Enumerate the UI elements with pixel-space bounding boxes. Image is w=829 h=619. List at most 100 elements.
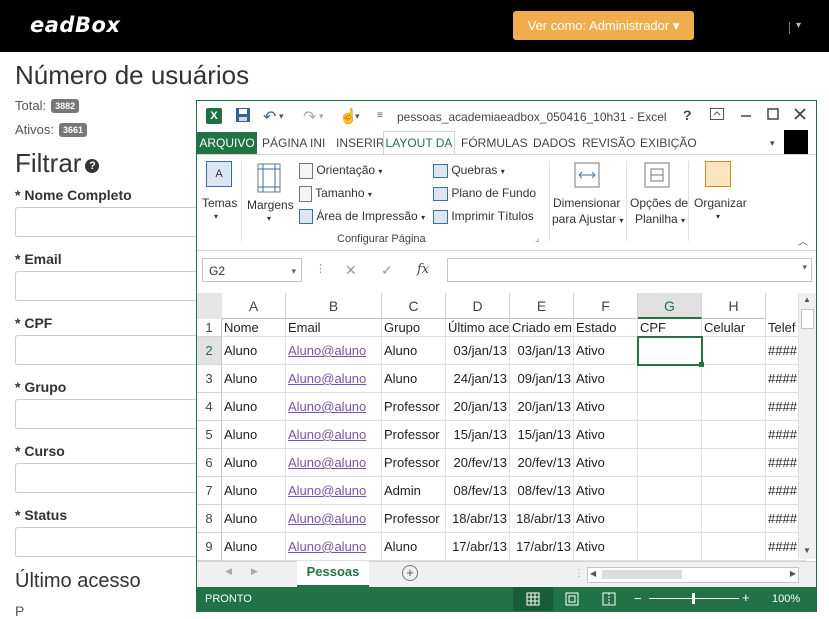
cell-col-c-row-7[interactable]: Admin xyxy=(382,477,446,505)
cell-col-b-row-6[interactable]: Aluno@aluno xyxy=(286,449,382,477)
tab-revisao[interactable]: REVISÃO xyxy=(582,132,635,154)
scale-to-fit-label-1[interactable]: Dimensionar xyxy=(553,196,620,210)
undo-dropdown-icon[interactable]: ▾ xyxy=(279,111,284,129)
cell-col-f-row-6[interactable]: Ativo xyxy=(574,449,638,477)
column-header-g[interactable]: G xyxy=(638,293,702,319)
header-cell-col-a[interactable]: Nome xyxy=(222,319,286,337)
print-area-button[interactable]: Área de Impressão ▾ xyxy=(299,209,425,225)
cell-col-h-row-4[interactable] xyxy=(702,393,766,421)
themes-dropdown-icon[interactable]: ▾ xyxy=(214,212,218,221)
cell-col-e-row-3[interactable]: 09/jan/13 xyxy=(510,365,574,393)
redo-dropdown-icon[interactable]: ▾ xyxy=(319,111,324,129)
undo-icon[interactable]: ↶ xyxy=(263,107,276,126)
select-all-corner[interactable] xyxy=(197,293,223,320)
ribbon-tabs-more-icon[interactable]: ▾ xyxy=(770,132,775,154)
scale-to-fit-icon[interactable] xyxy=(573,161,601,192)
cell-col-g-row-8[interactable] xyxy=(638,505,702,533)
spreadsheet-grid[interactable]: A B C D E F G H 1 2 3 4 5 6 7 8 9 Nome Email Grupo Último ac… xyxy=(197,293,816,561)
page-setup-dialog-launcher-icon[interactable]: ⌟ xyxy=(535,233,539,244)
cell-col-c-row-8[interactable]: Professor xyxy=(382,505,446,533)
cell-col-f-row-9[interactable]: Ativo xyxy=(574,533,638,561)
sheet-scroll-right-icon[interactable]: ▶ xyxy=(251,566,258,577)
margins-icon[interactable] xyxy=(257,163,281,196)
orientation-button[interactable]: Orientação ▾ xyxy=(299,163,382,179)
tab-formulas[interactable]: FÓRMULAS xyxy=(461,132,528,154)
sheet-options-label-1[interactable]: Opções de xyxy=(630,196,688,210)
cell-col-b-row-8[interactable]: Aluno@aluno xyxy=(286,505,382,533)
cell-col-f-row-5[interactable]: Ativo xyxy=(574,421,638,449)
help-icon[interactable]: ? xyxy=(85,159,100,173)
header-cell-col-e[interactable]: Criado em xyxy=(510,319,574,337)
cell-col-b-row-2[interactable]: Aluno@aluno xyxy=(286,337,382,365)
cell-col-h-row-8[interactable] xyxy=(702,505,766,533)
zoom-out-icon[interactable]: − xyxy=(634,591,642,606)
scroll-down-icon[interactable]: ▼ xyxy=(803,546,811,555)
customize-toolbar-icon[interactable]: ≡ xyxy=(377,110,383,128)
insert-function-icon[interactable]: fx xyxy=(417,262,429,277)
tab-pagina-inicial[interactable]: PÁGINA INI xyxy=(262,132,325,154)
cell-col-d-row-7[interactable]: 08/fev/13 xyxy=(446,477,510,505)
breaks-button[interactable]: Quebras ▾ xyxy=(433,163,505,178)
header-cell-col-b[interactable]: Email xyxy=(286,319,382,337)
zoom-in-icon[interactable]: + xyxy=(742,590,750,605)
cell-col-e-row-9[interactable]: 17/abr/13 xyxy=(510,533,574,561)
sheet-options-label-2[interactable]: Planilha ▾ xyxy=(635,212,685,226)
cell-col-g-row-9[interactable] xyxy=(638,533,702,561)
sheet-options-icon[interactable] xyxy=(643,161,671,192)
vertical-scroll-thumb[interactable] xyxy=(801,309,814,329)
course-field[interactable] xyxy=(15,463,217,493)
name-box[interactable]: G2 ▾ xyxy=(202,258,302,282)
page-break-preview-icon[interactable] xyxy=(602,592,616,606)
cell-col-d-row-3[interactable]: 24/jan/13 xyxy=(446,365,510,393)
cell-col-d-row-8[interactable]: 18/abr/13 xyxy=(446,505,510,533)
tab-exibicao[interactable]: EXIBIÇÃO xyxy=(640,132,697,154)
cell-col-a-row-8[interactable]: Aluno xyxy=(222,505,286,533)
redo-icon[interactable]: ↷ xyxy=(303,107,316,126)
sheet-scroll-left-icon[interactable]: ◀ xyxy=(225,566,232,577)
cell-col-f-row-3[interactable]: Ativo xyxy=(574,365,638,393)
name-box-dropdown-icon[interactable]: ▾ xyxy=(291,259,296,283)
horizontal-scroll-thumb[interactable] xyxy=(602,570,682,579)
cell-col-b-row-4[interactable]: Aluno@aluno xyxy=(286,393,382,421)
formula-input[interactable]: ▾ xyxy=(447,258,812,282)
row-header-4[interactable]: 4 xyxy=(197,393,222,421)
row-header-2[interactable]: 2 xyxy=(197,337,222,365)
cell-col-f-row-8[interactable]: Ativo xyxy=(574,505,638,533)
column-header-a[interactable]: A xyxy=(222,293,286,319)
normal-view-button[interactable] xyxy=(513,587,553,611)
expand-formula-bar-icon[interactable]: ▾ xyxy=(802,262,807,273)
fill-handle[interactable] xyxy=(699,362,704,367)
cell-col-h-row-3[interactable] xyxy=(702,365,766,393)
cell-col-a-row-2[interactable]: Aluno xyxy=(222,337,286,365)
cell-col-g-row-5[interactable] xyxy=(638,421,702,449)
column-header-b[interactable]: B xyxy=(286,293,382,319)
cell-col-h-row-6[interactable] xyxy=(702,449,766,477)
cell-col-a-row-3[interactable]: Aluno xyxy=(222,365,286,393)
cell-col-b-row-5[interactable]: Aluno@aluno xyxy=(286,421,382,449)
new-sheet-icon[interactable]: + xyxy=(402,565,418,581)
arrange-dropdown-icon[interactable]: ▾ xyxy=(716,212,720,221)
help-button[interactable]: ? xyxy=(683,107,692,123)
header-cell-col-h[interactable]: Celular xyxy=(702,319,766,337)
cell-col-a-row-4[interactable]: Aluno xyxy=(222,393,286,421)
cell-col-e-row-5[interactable]: 15/jan/13 xyxy=(510,421,574,449)
cell-col-d-row-2[interactable]: 03/jan/13 xyxy=(446,337,510,365)
maximize-icon[interactable] xyxy=(767,107,779,123)
header-cell-col-g[interactable]: CPF xyxy=(638,319,702,337)
cell-col-c-row-9[interactable]: Aluno xyxy=(382,533,446,561)
hscroll-right-icon[interactable]: ▶ xyxy=(790,569,796,578)
email-field[interactable] xyxy=(15,271,217,301)
cell-col-c-row-5[interactable]: Professor xyxy=(382,421,446,449)
cell-col-g-row-7[interactable] xyxy=(638,477,702,505)
cell-col-c-row-2[interactable]: Aluno xyxy=(382,337,446,365)
arrange-icon[interactable] xyxy=(705,161,731,187)
row-header-8[interactable]: 8 xyxy=(197,505,222,533)
hscroll-left-icon[interactable]: ◀ xyxy=(590,569,596,578)
cell-col-h-row-2[interactable] xyxy=(702,337,766,365)
column-header-f[interactable]: F xyxy=(574,293,638,319)
cell-col-a-row-7[interactable]: Aluno xyxy=(222,477,286,505)
site-logo[interactable]: eadBox xyxy=(30,13,120,37)
margins-dropdown-icon[interactable]: ▾ xyxy=(267,214,271,223)
cell-col-d-row-9[interactable]: 17/abr/13 xyxy=(446,533,510,561)
row-header-3[interactable]: 3 xyxy=(197,365,222,393)
